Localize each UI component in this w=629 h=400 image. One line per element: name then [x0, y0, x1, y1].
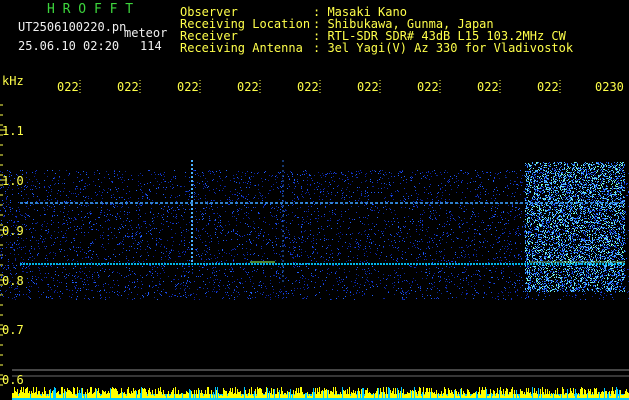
y-tick-label: 0.9	[2, 224, 24, 238]
y-axis-unit: kHz	[2, 74, 24, 88]
spectrogram-window: H R O F F T UT2506100220.pn meteor 25.06…	[0, 0, 629, 400]
time-tick-label: 022	[237, 80, 259, 94]
info-label-antenna: Receiving Antenna	[180, 41, 303, 55]
info-value-antenna: : 3el Yagi(V) Az 330 for Vladivostok	[313, 41, 574, 55]
datetime-label: 25.06.10 02:20	[18, 39, 120, 53]
noise-field	[0, 162, 629, 300]
time-tick-label: 022	[297, 80, 319, 94]
file-name: UT2506100220.pn	[18, 20, 127, 34]
level-peaks	[12, 387, 629, 398]
y-tick-label: 0.8	[2, 274, 24, 288]
y-tick-label: 0.6	[2, 373, 24, 387]
time-tick-label: 022	[57, 80, 79, 94]
time-tick-label: 0230	[595, 80, 624, 94]
app-title: H R O F F T	[47, 2, 134, 17]
y-tick-label: 1.0	[2, 174, 24, 188]
time-tick-label: 022	[357, 80, 379, 94]
time-tick-label: 022	[117, 80, 139, 94]
time-tick-label: 022	[177, 80, 199, 94]
count-label: 114	[140, 39, 162, 53]
spectrogram-plot	[0, 80, 629, 400]
y-tick-label: 0.7	[2, 323, 24, 337]
time-tick-label: 022	[477, 80, 499, 94]
time-tick-label: 022	[537, 80, 559, 94]
y-tick-label: 1.1	[2, 124, 24, 138]
time-tick-label: 022	[417, 80, 439, 94]
mode-label: meteor	[124, 26, 168, 40]
